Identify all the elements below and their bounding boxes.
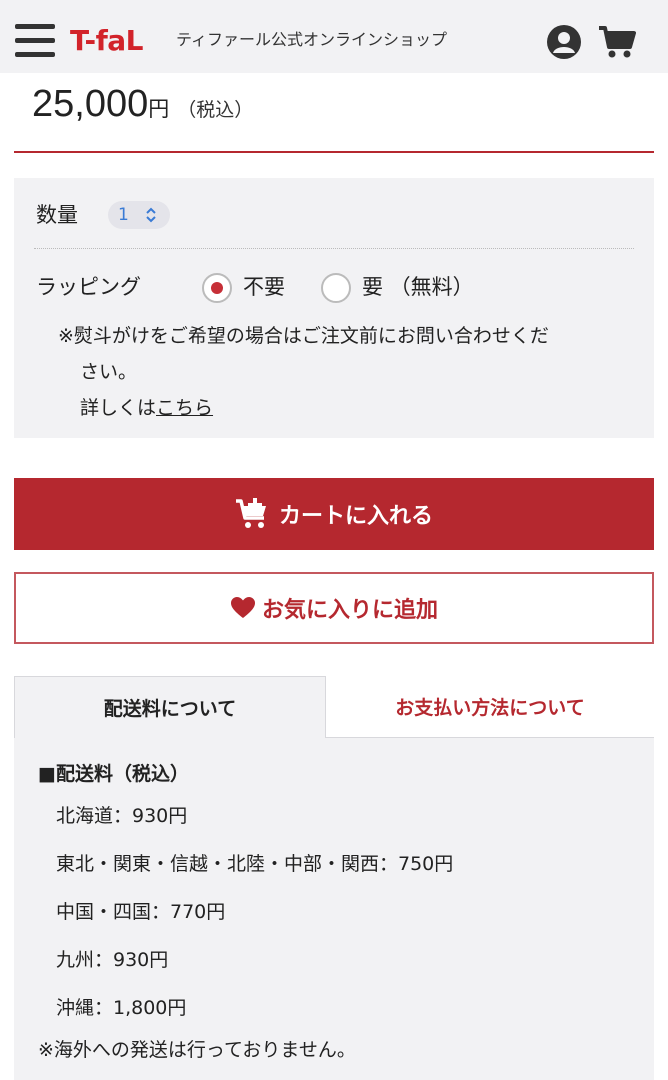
overseas-note: ※海外への発送は行っておりません。	[38, 1039, 356, 1061]
add-to-cart-button[interactable]: カートに入れる	[14, 478, 654, 550]
add-to-cart-label: カートに入れる	[278, 504, 433, 529]
add-to-favorites-label: お気に入りに追加	[261, 598, 438, 623]
divider	[14, 151, 654, 153]
shipping-row: 九州：930円	[56, 949, 169, 971]
wrapping-none-label[interactable]: 不要	[243, 272, 285, 302]
price: 25,000円 （税込）	[32, 82, 253, 126]
detail-line: 詳しくはこちら	[58, 390, 638, 426]
price-tax-note: （税込）	[177, 99, 254, 121]
wrapping-none-radio[interactable]	[202, 273, 232, 303]
heart-icon	[230, 597, 255, 618]
quantity-value: 1	[118, 205, 129, 225]
note-line-2: さい。	[80, 361, 138, 383]
price-amount: 25,000	[32, 83, 149, 125]
shop-name: ティファール公式オンラインショップ	[176, 30, 448, 49]
quantity-select[interactable]: 1	[108, 201, 170, 229]
tab-shipping-fee[interactable]: 配送料について	[14, 676, 326, 738]
shipping-title: ■配送料（税込）	[38, 763, 189, 785]
wrapping-yes-radio[interactable]	[321, 273, 351, 303]
purchase-options: 数量 1 ラッピング 不要 要 （無料） ※熨斗がけをご希望の場合はご注文前にお…	[14, 178, 654, 438]
site-header: T-faL ティファール公式オンラインショップ	[0, 0, 668, 73]
shipping-row: 沖縄：1,800円	[56, 997, 187, 1019]
shipping-panel: ■配送料（税込） 北海道：930円 東北・関東・信越・北陸・中部・関西：750円…	[14, 738, 654, 1080]
tab-payment-methods[interactable]: お支払い方法について	[326, 676, 654, 738]
up-down-chevron-icon	[146, 207, 156, 223]
shipping-row: 中国・四国：770円	[56, 901, 226, 923]
cart-plus-icon	[235, 498, 266, 528]
note-line-1: ※熨斗がけをご希望の場合はご注文前にお問い合わせくだ	[58, 325, 549, 347]
add-to-favorites-button[interactable]: お気に入りに追加	[14, 572, 654, 644]
shipping-row: 東北・関東・信越・北陸・中部・関西：750円	[56, 853, 454, 875]
wrapping-label: ラッピング	[36, 275, 141, 299]
dotted-divider	[34, 248, 634, 249]
noshi-note: ※熨斗がけをご希望の場合はご注文前にお問い合わせくだ さい。 詳しくはこちら	[58, 318, 638, 426]
detail-link[interactable]: こちら	[156, 397, 213, 419]
account-icon[interactable]	[546, 24, 582, 60]
cart-icon[interactable]	[598, 25, 636, 59]
quantity-label: 数量	[36, 203, 78, 227]
price-currency: 円	[148, 97, 170, 121]
menu-icon[interactable]	[15, 24, 55, 58]
shipping-row: 北海道：930円	[56, 805, 188, 827]
detail-prefix: 詳しくは	[80, 397, 157, 419]
wrapping-yes-label[interactable]: 要 （無料）	[362, 272, 474, 302]
tfal-logo[interactable]: T-faL	[70, 24, 144, 58]
